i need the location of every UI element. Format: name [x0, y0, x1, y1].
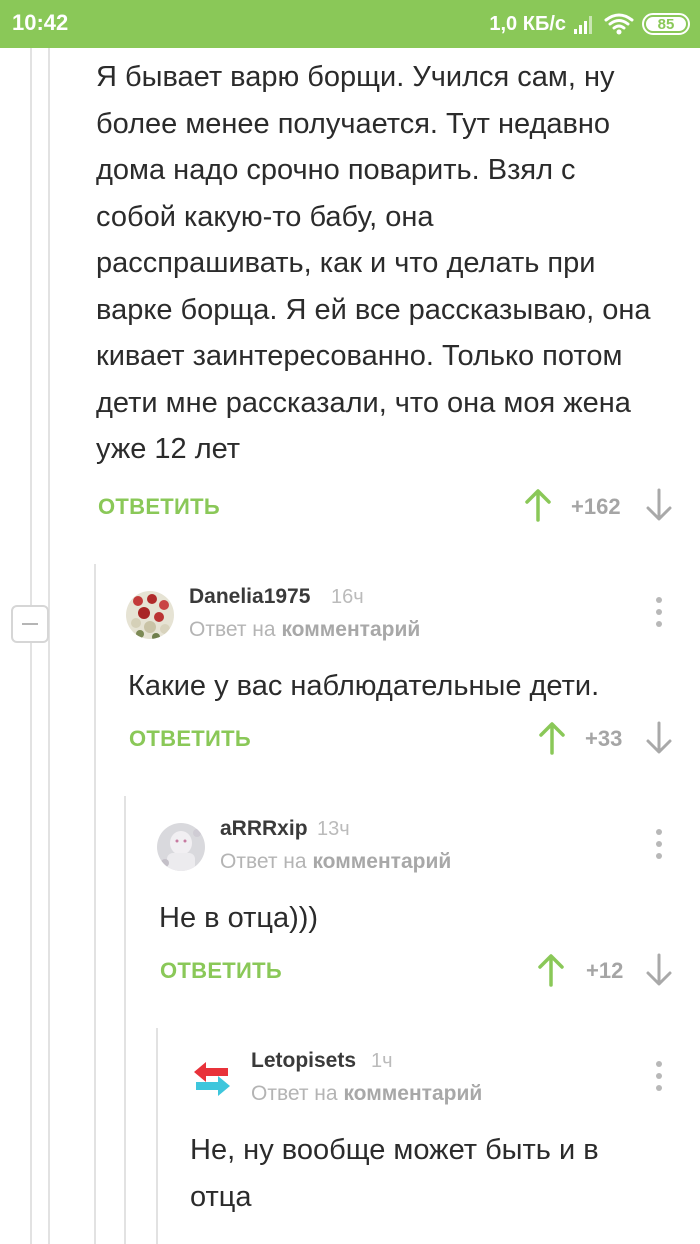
reply-to-prefix: Ответ на	[251, 1082, 338, 1105]
comments-thread: Я бывает варю борщи. Учился сам, ну боле…	[0, 48, 700, 1244]
reply-button[interactable]: ОТВЕТИТЬ	[129, 726, 251, 752]
minus-icon	[22, 623, 38, 625]
collapse-thread-button[interactable]	[11, 605, 49, 643]
thread-line	[94, 564, 96, 1244]
comment-text: Не в отца)))	[159, 902, 319, 934]
reply-to-link[interactable]: комментарий	[312, 850, 451, 873]
reply-button[interactable]: ОТВЕТИТЬ	[160, 958, 282, 984]
comment-author[interactable]: Letopisets	[251, 1049, 356, 1073]
reply-to-prefix: Ответ на	[220, 850, 307, 873]
status-indicators: 1,0 КБ/с 85	[489, 11, 690, 37]
thread-line	[48, 48, 50, 1244]
comment-text: Я бывает варю борщи. Учился сам, ну боле…	[96, 61, 651, 465]
thread-line	[156, 1028, 158, 1244]
avatar[interactable]	[188, 1055, 236, 1103]
status-bar: 10:42 1,0 КБ/с 85	[0, 0, 700, 48]
thread-line	[30, 48, 32, 1244]
avatar-image	[188, 1055, 236, 1103]
signal-icon	[574, 14, 596, 34]
avatar[interactable]	[157, 823, 205, 871]
arrow-down-icon[interactable]	[645, 488, 673, 522]
comment-text: Не, ну вообще может быть и в отца	[190, 1134, 599, 1213]
battery-level: 85	[657, 15, 675, 33]
arrow-up-icon[interactable]	[524, 488, 552, 522]
comment-author[interactable]: Danelia1975	[189, 585, 310, 609]
wifi-icon	[604, 13, 634, 35]
more-vertical-icon[interactable]	[653, 597, 663, 627]
comment-text: Какие у вас наблюдательные дети.	[128, 670, 600, 702]
network-speed: 1,0 КБ/с	[489, 12, 566, 35]
arrow-up-icon[interactable]	[538, 721, 566, 755]
arrow-down-icon[interactable]	[645, 953, 673, 987]
reply-to-link[interactable]: комментарий	[281, 618, 420, 641]
comment-time: 13ч	[317, 818, 350, 840]
comment-time: 1ч	[371, 1050, 393, 1072]
avatar-image	[126, 591, 174, 639]
arrow-up-icon[interactable]	[537, 953, 565, 987]
more-vertical-icon[interactable]	[653, 1061, 663, 1091]
status-time: 10:42	[12, 10, 69, 35]
comment-time: 16ч	[331, 586, 364, 608]
reply-button[interactable]: ОТВЕТИТЬ	[98, 494, 220, 520]
reply-to-label: Ответ на комментарий	[189, 618, 420, 642]
arrow-down-icon[interactable]	[645, 721, 673, 755]
rating-value: +12	[586, 958, 624, 983]
reply-to-link[interactable]: комментарий	[343, 1082, 482, 1105]
thread-line	[124, 796, 126, 1244]
reply-to-prefix: Ответ на	[189, 618, 276, 641]
avatar-image	[157, 823, 205, 871]
battery-icon: 85	[642, 13, 690, 35]
avatar[interactable]	[126, 591, 174, 639]
more-vertical-icon[interactable]	[653, 829, 663, 859]
reply-to-label: Ответ на комментарий	[220, 850, 451, 874]
reply-to-label: Ответ на комментарий	[251, 1082, 482, 1106]
comment-author[interactable]: aRRRxip	[220, 817, 308, 841]
rating-value: +33	[585, 726, 623, 751]
rating-value: +162	[571, 494, 621, 519]
